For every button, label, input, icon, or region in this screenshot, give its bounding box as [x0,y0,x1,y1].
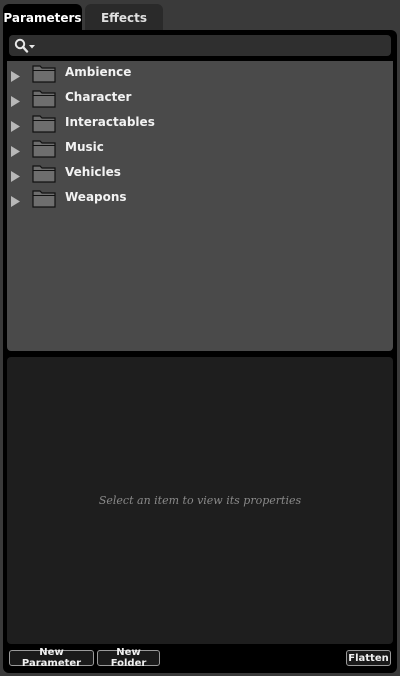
folder-icon [32,63,56,83]
folder-icon [32,138,56,158]
search-bar [9,35,391,56]
new-folder-button[interactable]: New Folder [97,647,160,669]
tree-item-label: Ambience [65,65,132,79]
expand-arrow-icon[interactable] [11,192,20,207]
folder-icon [32,163,56,183]
flatten-button[interactable]: Flatten [346,650,391,666]
tree-item-music[interactable]: Music [7,136,393,160]
expand-arrow-icon[interactable] [11,117,20,132]
app-window: Parameters Effects Ambience Character In… [0,0,400,676]
parameter-tree: Ambience Character Interactables Music V… [7,61,393,351]
tab-effects[interactable]: Effects [85,4,163,31]
properties-pane: Select an item to view its properties [7,357,393,644]
new-parameter-button[interactable]: New Parameter [9,647,94,669]
expand-arrow-icon[interactable] [11,67,20,82]
tree-item-weapons[interactable]: Weapons [7,186,393,210]
tree-item-label: Weapons [65,190,127,204]
properties-empty-hint: Select an item to view its properties [98,494,302,507]
tree-item-interactables[interactable]: Interactables [7,111,393,135]
expand-arrow-icon[interactable] [11,92,20,107]
parameters-panel: Ambience Character Interactables Music V… [3,30,397,673]
tree-item-label: Vehicles [65,165,121,179]
search-icon[interactable] [14,38,36,53]
tree-item-ambience[interactable]: Ambience [7,61,393,85]
folder-icon [32,88,56,108]
tree-item-label: Music [65,140,104,154]
expand-arrow-icon[interactable] [11,142,20,157]
tab-parameters[interactable]: Parameters [3,4,82,31]
folder-icon [32,113,56,133]
tree-item-label: Character [65,90,132,104]
tree-item-vehicles[interactable]: Vehicles [7,161,393,185]
tree-item-character[interactable]: Character [7,86,393,110]
expand-arrow-icon[interactable] [11,167,20,182]
folder-icon [32,188,56,208]
tree-item-label: Interactables [65,115,155,129]
tab-bar: Parameters Effects [3,4,166,31]
search-input[interactable] [37,37,387,54]
